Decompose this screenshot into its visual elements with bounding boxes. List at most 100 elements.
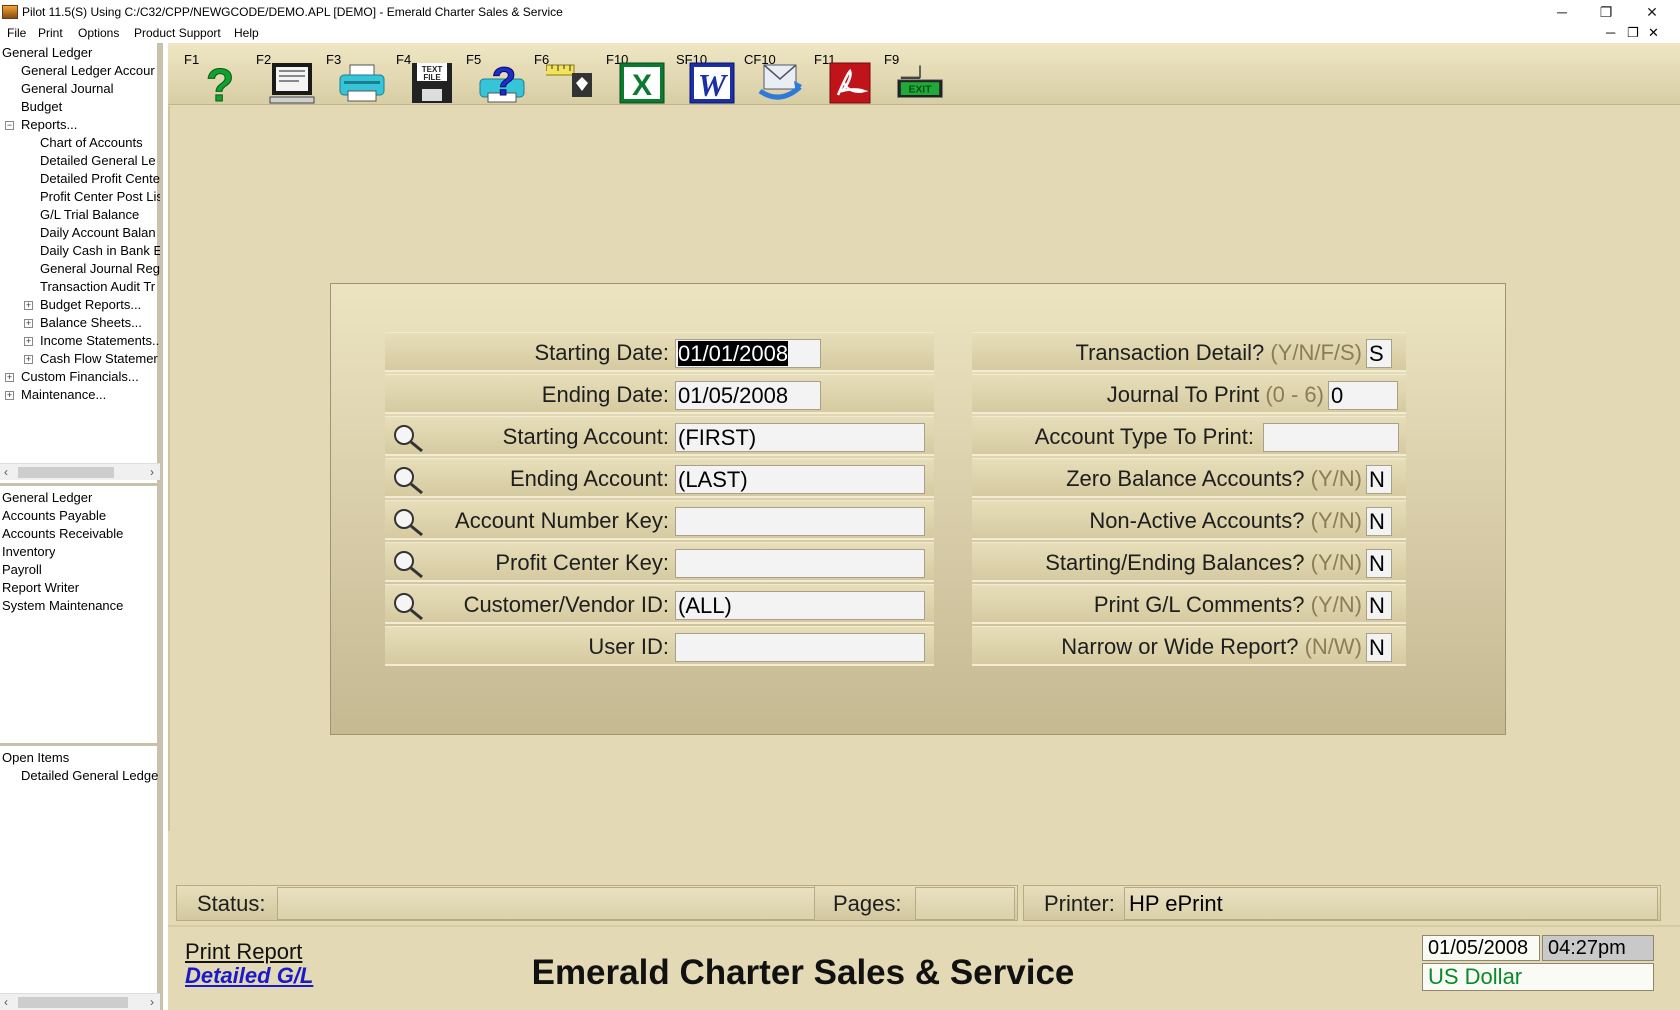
scroll-right-icon[interactable]: ›	[150, 465, 154, 479]
ending-date-field[interactable]: 01/05/2008	[675, 381, 821, 410]
menu-options[interactable]: Options	[78, 26, 119, 40]
customer-vendor-id-field[interactable]: (ALL)	[675, 591, 925, 620]
print-gl-comments-label: Print G/L Comments? (Y/N)	[1094, 592, 1362, 618]
screen-preview-button[interactable]: F2	[254, 47, 320, 104]
non-active-label: Non-Active Accounts? (Y/N)	[1089, 508, 1362, 534]
tree-item-daily-cash-in-bank[interactable]: Daily Cash in Bank E	[40, 243, 160, 258]
pane-divider[interactable]	[0, 743, 160, 746]
help-button[interactable]: F1 ?	[182, 47, 248, 105]
collapse-icon[interactable]: −	[5, 121, 14, 130]
menu-print[interactable]: Print	[38, 26, 63, 40]
text-file-button[interactable]: F4 TEXT FILE	[394, 47, 460, 103]
status-box: Status:	[176, 885, 819, 921]
search-icon[interactable]	[391, 549, 425, 579]
module-accounts-receivable[interactable]: Accounts Receivable	[2, 526, 123, 541]
email-button[interactable]: CF10	[742, 47, 808, 103]
tree-horizontal-scrollbar[interactable]: ‹ ›	[0, 463, 160, 480]
tree-item-income-statements[interactable]: Income Statements...	[40, 333, 160, 348]
tree-item-transaction-audit-trail[interactable]: Transaction Audit Tr	[40, 279, 160, 294]
tree-item-profit-center-post-list[interactable]: Profit Center Post Lis	[40, 189, 160, 204]
pages-box: Pages:	[814, 885, 1018, 921]
currency-display: US Dollar	[1422, 963, 1654, 991]
search-icon[interactable]	[391, 591, 425, 621]
profit-center-key-field[interactable]	[675, 549, 925, 578]
printer-field[interactable]: HP ePrint	[1124, 887, 1658, 920]
excel-button[interactable]: F10 X	[604, 47, 670, 104]
starting-date-field[interactable]: 01/01/2008	[675, 339, 821, 368]
printer-help-button[interactable]: F5 ?	[464, 47, 530, 105]
open-item-detailed-general-ledger[interactable]: Detailed General Ledge	[21, 768, 160, 783]
minimize-button[interactable]: ─	[1540, 1, 1584, 23]
starting-account-row: Starting Account: (FIRST)	[385, 416, 934, 456]
zero-balance-hint: (Y/N)	[1310, 466, 1362, 491]
tree-item-general-journal[interactable]: General Journal	[21, 81, 160, 96]
tree-item-gl-trial-balance[interactable]: G/L Trial Balance	[40, 207, 160, 222]
module-system-maintenance[interactable]: System Maintenance	[2, 598, 123, 613]
zero-balance-field[interactable]: N	[1366, 465, 1392, 494]
pdf-button[interactable]: F11	[812, 47, 878, 104]
scroll-right-icon[interactable]: ›	[150, 995, 154, 1009]
open-items-horizontal-scrollbar[interactable]: ‹ ›	[0, 993, 160, 1010]
tree-item-budget-reports[interactable]: Budget Reports...	[40, 297, 160, 312]
expand-icon[interactable]: +	[24, 355, 33, 364]
mdi-close-icon[interactable]: ✕	[1648, 25, 1659, 41]
ruler-button[interactable]: F6	[532, 47, 598, 103]
tree-item-cash-flow-statements[interactable]: Cash Flow Statemer	[40, 351, 160, 366]
tree-item-detailed-profit-center[interactable]: Detailed Profit Cente	[40, 171, 160, 186]
expand-icon[interactable]: +	[5, 391, 14, 400]
ending-account-field[interactable]: (LAST)	[675, 465, 925, 494]
tree-item-chart-of-accounts[interactable]: Chart of Accounts	[40, 135, 160, 150]
module-general-ledger[interactable]: General Ledger	[2, 490, 92, 505]
scrollbar-thumb[interactable]	[18, 997, 128, 1008]
account-number-key-field[interactable]	[675, 507, 925, 536]
menu-product-support[interactable]: Product Support	[134, 26, 221, 40]
tree-item-detailed-general-ledger[interactable]: Detailed General Le	[40, 153, 160, 168]
tree-item-general-journal-register[interactable]: General Journal Reg	[40, 261, 160, 276]
menu-help[interactable]: Help	[234, 26, 259, 40]
non-active-field[interactable]: N	[1366, 507, 1392, 536]
mdi-minimize-icon[interactable]: ─	[1606, 25, 1615, 40]
close-button[interactable]: ✕	[1630, 1, 1674, 23]
tree-item-maintenance[interactable]: Maintenance...	[21, 387, 160, 402]
module-report-writer[interactable]: Report Writer	[2, 580, 79, 595]
journal-to-print-field[interactable]: 0	[1328, 381, 1398, 410]
tree-item-reports[interactable]: Reports...	[21, 117, 160, 132]
expand-icon[interactable]: +	[24, 337, 33, 346]
scroll-left-icon[interactable]: ‹	[4, 995, 8, 1009]
user-id-field[interactable]	[675, 633, 925, 662]
expand-icon[interactable]: +	[24, 301, 33, 310]
print-report-link[interactable]: Print Report	[185, 939, 302, 965]
expand-icon[interactable]: +	[5, 373, 14, 382]
pane-divider[interactable]	[0, 483, 160, 486]
search-icon[interactable]	[391, 507, 425, 537]
print-gl-comments-field[interactable]: N	[1366, 591, 1392, 620]
menu-file[interactable]: File	[7, 26, 26, 40]
search-icon[interactable]	[391, 465, 425, 495]
restore-button[interactable]: ❐	[1584, 1, 1628, 23]
expand-icon[interactable]: +	[24, 319, 33, 328]
narrow-wide-field[interactable]: N	[1366, 633, 1392, 662]
ending-account-row: Ending Account: (LAST)	[385, 458, 934, 498]
tree-item-custom-financials[interactable]: Custom Financials...	[21, 369, 160, 384]
scroll-left-icon[interactable]: ‹	[4, 465, 8, 479]
print-button[interactable]: F3	[324, 47, 390, 103]
printer-label: Printer:	[1044, 891, 1115, 916]
starting-ending-balances-field[interactable]: N	[1366, 549, 1392, 578]
module-payroll[interactable]: Payroll	[2, 562, 42, 577]
mdi-restore-icon[interactable]: ❐	[1627, 25, 1639, 41]
account-type-field[interactable]	[1263, 423, 1399, 452]
starting-account-field[interactable]: (FIRST)	[675, 423, 925, 452]
module-inventory[interactable]: Inventory	[2, 544, 55, 559]
report-name-link[interactable]: Detailed G/L	[185, 963, 313, 989]
word-button[interactable]: SF10 W	[674, 47, 740, 104]
transaction-detail-field[interactable]: S	[1366, 339, 1392, 368]
tree-item-daily-account-balance[interactable]: Daily Account Balan	[40, 225, 160, 240]
exit-button[interactable]: F9 EXIT	[882, 47, 948, 103]
tree-item-balance-sheets[interactable]: Balance Sheets...	[40, 315, 160, 330]
search-icon[interactable]	[391, 423, 425, 453]
tree-item-budget[interactable]: Budget	[21, 99, 160, 114]
scrollbar-thumb[interactable]	[18, 467, 114, 478]
tree-item-general-ledger[interactable]: General Ledger	[2, 45, 160, 60]
tree-item-general-ledger-accounts[interactable]: General Ledger Accour	[21, 63, 160, 78]
module-accounts-payable[interactable]: Accounts Payable	[2, 508, 106, 523]
